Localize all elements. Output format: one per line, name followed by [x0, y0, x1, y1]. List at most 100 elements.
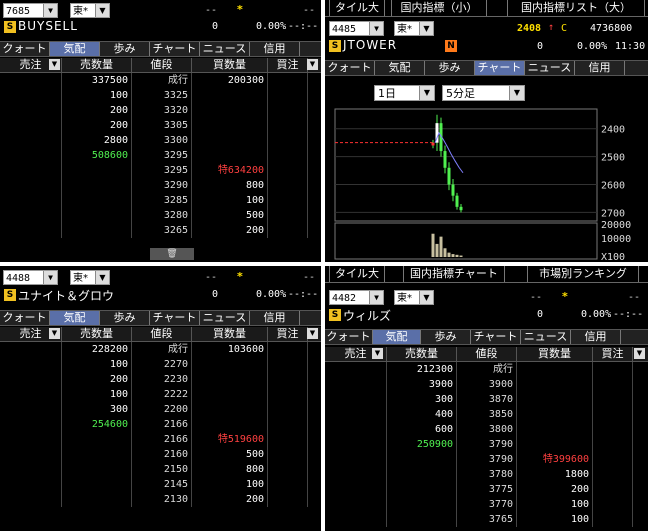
sell-order-cell[interactable] [325, 377, 387, 392]
sell-cell[interactable] [62, 492, 132, 507]
tab-news[interactable]: ニュース [200, 311, 250, 325]
stock-code-input[interactable]: 4488 ▼ [3, 270, 58, 285]
market-select[interactable]: 東* ▼ [394, 290, 434, 305]
sell-order-cell[interactable] [325, 437, 387, 452]
buy-cell[interactable]: 特634200 [192, 163, 268, 178]
sell-order-cell[interactable] [0, 148, 62, 163]
sell-cell[interactable]: 300 [387, 392, 457, 407]
sell-order-cell[interactable] [0, 118, 62, 133]
sell-cell[interactable]: 337500 [62, 73, 132, 88]
price-cell[interactable]: 3900 [457, 377, 517, 392]
stock-code-input[interactable]: 4482 ▼ [329, 290, 384, 305]
buy-cell[interactable] [517, 377, 593, 392]
sell-order-cell[interactable] [0, 133, 62, 148]
buy-order-cell[interactable] [268, 193, 308, 208]
price-cell[interactable]: 2222 [132, 387, 192, 402]
buy-order-cell[interactable] [268, 432, 308, 447]
tab-news[interactable]: ニュース [525, 61, 575, 75]
trash-icon[interactable]: 🗑 [150, 248, 194, 260]
sell-order-cell[interactable] [0, 342, 62, 357]
sell-order-cell[interactable] [325, 422, 387, 437]
tab-chart[interactable]: チャート [150, 42, 200, 56]
tab-ticks[interactable]: 歩み [100, 311, 150, 325]
buy-order-cell[interactable] [268, 118, 308, 133]
chevron-down-icon[interactable]: ▼ [307, 328, 318, 339]
price-cell[interactable]: 2166 [132, 432, 192, 447]
buy-order-cell[interactable] [268, 462, 308, 477]
tab-board[interactable]: 気配 [50, 42, 100, 56]
price-cell[interactable]: 3765 [457, 512, 517, 527]
price-cell[interactable]: 3295 [132, 148, 192, 163]
sell-order-cell[interactable] [0, 477, 62, 492]
sell-cell[interactable] [62, 432, 132, 447]
tile-tab-index-list[interactable]: 国内指標リスト（大） [507, 0, 645, 16]
market-select[interactable]: 東* ▼ [70, 270, 110, 285]
price-cell[interactable]: 成行 [132, 73, 192, 88]
sell-cell[interactable]: 2800 [62, 133, 132, 148]
price-cell[interactable]: 2200 [132, 402, 192, 417]
price-cell[interactable]: 3285 [132, 193, 192, 208]
buy-order-cell[interactable] [268, 372, 308, 387]
buy-cell[interactable]: 100 [192, 193, 268, 208]
buy-order-cell[interactable] [268, 88, 308, 103]
tile-tab-ranking[interactable]: 市場別ランキング [527, 266, 639, 282]
tab-credit[interactable]: 信用 [571, 330, 621, 344]
buy-cell[interactable]: 200 [517, 482, 593, 497]
table-row[interactable]: 3770 100 [325, 497, 648, 512]
sell-order-cell[interactable] [325, 407, 387, 422]
buy-cell[interactable]: 特399600 [517, 452, 593, 467]
chevron-down-icon[interactable]: ▼ [419, 22, 433, 35]
sell-order-cell[interactable] [325, 482, 387, 497]
buy-cell[interactable] [192, 357, 268, 372]
tile-tab-index-small[interactable]: 国内指標（小） [391, 0, 487, 16]
buy-cell[interactable] [517, 392, 593, 407]
sell-order-cell[interactable] [0, 193, 62, 208]
buy-cell[interactable]: 200 [192, 492, 268, 507]
price-cell[interactable]: 3295 [132, 163, 192, 178]
sell-order-cell[interactable] [325, 452, 387, 467]
buy-cell[interactable]: 800 [192, 178, 268, 193]
table-row[interactable]: 3765 100 [325, 512, 648, 527]
buy-order-cell[interactable] [268, 387, 308, 402]
sell-order-cell[interactable] [0, 372, 62, 387]
tab-quote[interactable]: クォート [325, 61, 375, 75]
tile-tab-large[interactable]: タイル大 [329, 266, 385, 282]
price-cell[interactable]: 3265 [132, 223, 192, 238]
buy-cell[interactable]: 103600 [192, 342, 268, 357]
chevron-down-icon[interactable]: ▼ [43, 271, 57, 284]
buy-order-cell[interactable] [268, 73, 308, 88]
price-cell[interactable]: 3775 [457, 482, 517, 497]
sell-order-cell[interactable] [0, 387, 62, 402]
price-cell[interactable]: 3770 [457, 497, 517, 512]
table-row[interactable]: 3780 1800 [325, 467, 648, 482]
tab-board[interactable]: 気配 [373, 330, 421, 344]
table-row[interactable]: 337500 成行 200300 [0, 73, 321, 88]
sell-cell[interactable]: 200 [62, 372, 132, 387]
price-cell[interactable]: 2230 [132, 372, 192, 387]
table-row[interactable]: 508600 3295 [0, 148, 321, 163]
buy-order-cell[interactable] [593, 452, 633, 467]
chevron-down-icon[interactable]: ▼ [49, 328, 60, 339]
buy-cell[interactable] [192, 133, 268, 148]
tab-ticks[interactable]: 歩み [421, 330, 471, 344]
buy-order-cell[interactable] [593, 437, 633, 452]
buy-order-cell[interactable] [268, 178, 308, 193]
buy-order-cell[interactable] [268, 148, 308, 163]
table-row[interactable]: 250900 3790 [325, 437, 648, 452]
sell-order-cell[interactable] [0, 73, 62, 88]
tab-credit[interactable]: 信用 [575, 61, 625, 75]
buy-order-cell[interactable] [268, 342, 308, 357]
table-row[interactable]: 100 2270 [0, 357, 321, 372]
buy-cell[interactable]: 100 [517, 497, 593, 512]
price-cell[interactable]: 2150 [132, 462, 192, 477]
sell-cell[interactable]: 100 [62, 387, 132, 402]
sell-cell[interactable] [387, 452, 457, 467]
table-row[interactable]: 200 3305 [0, 118, 321, 133]
sell-cell[interactable]: 200 [62, 118, 132, 133]
chevron-down-icon[interactable]: ▼ [634, 348, 645, 359]
table-row[interactable]: 200 3320 [0, 103, 321, 118]
price-cell[interactable]: 2145 [132, 477, 192, 492]
sell-cell[interactable] [62, 462, 132, 477]
sell-cell[interactable] [387, 467, 457, 482]
price-cell[interactable]: 3300 [132, 133, 192, 148]
